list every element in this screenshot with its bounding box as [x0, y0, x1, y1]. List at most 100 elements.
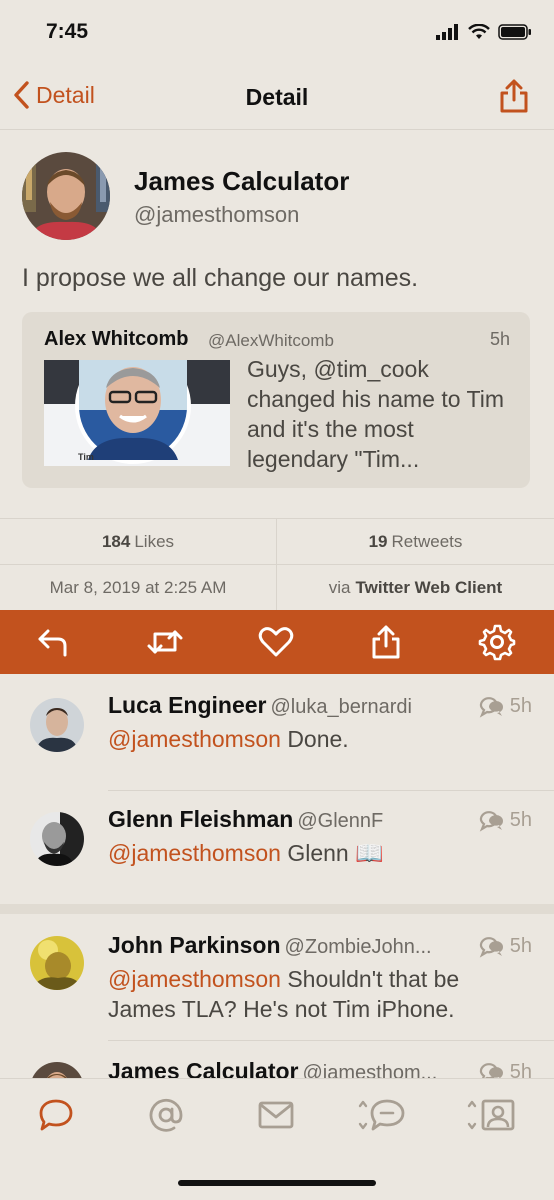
reply-text-body: Done.	[287, 726, 349, 752]
messages-icon	[258, 1101, 294, 1129]
reply-time: 5h	[509, 1060, 532, 1079]
retweets-label: Retweets	[391, 531, 463, 551]
status-icons	[436, 24, 532, 40]
conversation-icon	[479, 1063, 503, 1078]
wifi-icon	[468, 24, 490, 39]
conversation-icon	[479, 697, 503, 718]
navigation-bar: Detail Detail	[0, 66, 554, 130]
avatar[interactable]	[30, 936, 84, 990]
retweet-icon	[147, 630, 183, 654]
reply-mention[interactable]: @jamesthomson	[108, 840, 281, 866]
quoted-author-name: Alex Whitcomb	[44, 328, 189, 350]
share-tweet-button[interactable]	[366, 622, 406, 662]
tweet-text: I propose we all change our names.	[22, 264, 419, 292]
gear-icon	[478, 624, 516, 661]
conversation-icon	[479, 811, 503, 832]
client-name: Twitter Web Client	[355, 578, 503, 597]
reply-meta: 5h	[478, 808, 532, 832]
reply-mention[interactable]: @jamesthomson	[108, 726, 281, 752]
tab-timeline[interactable]	[34, 1095, 78, 1135]
reply-author-name[interactable]: Luca Engineer	[108, 692, 266, 718]
reply-author-handle[interactable]: @jamesthom...	[302, 1062, 437, 1078]
divider	[108, 1040, 554, 1041]
list-item[interactable]: Glenn Fleishman @GlennF 5h @jamesthomson …	[0, 788, 554, 906]
conversation-icon	[479, 937, 503, 958]
back-button-label: Detail	[36, 81, 95, 108]
tab-messages[interactable]	[254, 1095, 298, 1135]
reply-header: John Parkinson @ZombieJohn...	[108, 932, 468, 959]
avatar[interactable]	[22, 152, 110, 240]
quoted-image[interactable]: Tim	[44, 360, 230, 466]
author-name[interactable]: James Calculator	[134, 166, 349, 197]
quoted-tweet[interactable]: Alex Whitcomb @AlexWhitcomb 5h Tim Guys,…	[22, 312, 530, 488]
reply-author-name[interactable]: Glenn Fleishman	[108, 806, 293, 832]
reply-meta: 5h	[478, 694, 532, 718]
avatar[interactable]	[30, 812, 84, 866]
status-bar: 7:45	[0, 0, 554, 66]
reply-author-handle[interactable]: @GlennF	[297, 810, 383, 832]
avatar[interactable]	[30, 698, 84, 752]
reply-time: 5h	[509, 808, 532, 831]
quoted-timestamp: 5h	[489, 329, 510, 349]
replies-list: Luca Engineer @luka_bernardi 5h @jamestho…	[0, 674, 554, 1078]
reply-icon	[38, 629, 67, 657]
tweet-stats: 184 Likes 19 Retweets Mar 8, 2019 at 2:2…	[0, 518, 554, 611]
list-item[interactable]: John Parkinson @ZombieJohn... 5h @jamesth…	[0, 914, 554, 1042]
share-icon	[372, 625, 400, 659]
back-button[interactable]: Detail	[12, 80, 95, 110]
reply-text: @jamesthomson Glenn 📖	[108, 838, 528, 868]
avatar[interactable]	[30, 1062, 84, 1078]
quoted-author-handle: @AlexWhitcomb	[208, 331, 334, 350]
home-indicator	[178, 1180, 376, 1186]
reply-mention[interactable]: @jamesthomson	[108, 966, 281, 992]
action-bar	[0, 610, 554, 674]
mentions-icon	[149, 1098, 183, 1132]
via-label: via	[328, 578, 351, 597]
heart-icon	[258, 627, 294, 657]
reply-author-name[interactable]: John Parkinson	[108, 932, 281, 958]
profile-icon	[467, 1099, 515, 1131]
reply-header: Luca Engineer @luka_bernardi	[108, 692, 468, 719]
author-handle[interactable]: @jamesthomson	[134, 202, 299, 228]
status-time: 7:45	[46, 20, 89, 43]
likes-count[interactable]: 184 Likes	[0, 519, 277, 565]
reply-text: @jamesthomson Done.	[108, 724, 528, 754]
signal-icon	[436, 24, 458, 40]
likes-number: 184	[101, 531, 131, 551]
reply-author-name[interactable]: James Calculator	[108, 1058, 298, 1078]
reply-text-body: Glenn 📖	[287, 840, 384, 866]
reply-time: 5h	[509, 934, 532, 957]
section-separator	[0, 904, 554, 914]
retweets-number: 19	[368, 531, 388, 551]
chevron-left-icon	[14, 81, 29, 109]
share-icon	[500, 79, 528, 113]
tab-profile[interactable]	[460, 1095, 520, 1135]
reply-meta: 5h	[478, 1060, 532, 1078]
tweet-date-text: Mar 8, 2019 at 2:25 AM	[49, 578, 227, 597]
retweet-button[interactable]	[145, 622, 185, 662]
settings-button[interactable]	[477, 622, 517, 662]
like-button[interactable]	[256, 622, 296, 662]
tweet-author: James Calculator @jamesthomson	[22, 152, 532, 244]
reply-button[interactable]	[33, 622, 73, 662]
reply-author-handle[interactable]: @ZombieJohn...	[285, 936, 432, 958]
quoted-image-caption: Tim	[78, 452, 94, 462]
reply-meta: 5h	[478, 934, 532, 958]
timeline-icon	[39, 1099, 73, 1131]
list-item[interactable]: James Calculator @jamesthom... 5h	[0, 1044, 554, 1078]
tab-mentions[interactable]	[144, 1095, 188, 1135]
retweets-count[interactable]: 19 Retweets	[277, 519, 554, 565]
reply-header: Glenn Fleishman @GlennF	[108, 806, 468, 833]
share-button[interactable]	[498, 78, 530, 119]
tweet-client[interactable]: via Twitter Web Client	[277, 565, 554, 611]
battery-icon	[498, 24, 531, 40]
reply-text: @jamesthomson Shouldn't that be James TL…	[108, 964, 528, 1024]
tab-activity[interactable]	[352, 1095, 408, 1135]
likes-label: Likes	[134, 531, 175, 551]
tweet-date: Mar 8, 2019 at 2:25 AM	[0, 565, 277, 611]
reply-time: 5h	[509, 694, 532, 717]
quoted-tweet-text: Guys, @tim_cook changed his name to Tim …	[247, 356, 504, 472]
list-item[interactable]: Luca Engineer @luka_bernardi 5h @jamestho…	[0, 674, 554, 794]
reply-author-handle[interactable]: @luka_bernardi	[270, 696, 412, 718]
activity-icon	[358, 1099, 405, 1131]
